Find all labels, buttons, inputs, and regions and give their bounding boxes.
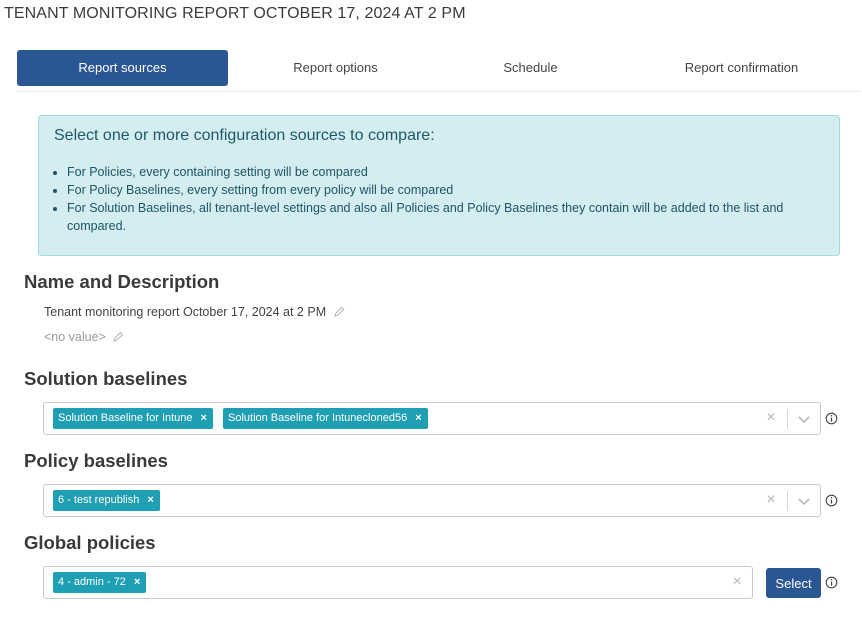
info-item: For Solution Baselines, all tenant-level… [67,199,817,235]
tab-schedule[interactable]: Schedule [425,50,636,86]
global-policies-heading: Global policies [24,532,156,553]
solution-baselines-heading: Solution baselines [24,368,188,389]
pencil-icon[interactable] [113,331,124,345]
chip-label: 4 - admin - 72 [58,576,126,588]
solution-baselines-select[interactable]: Solution Baseline for Intune × Solution B… [43,402,821,435]
global-policy-chip: 4 - admin - 72 × [53,572,147,593]
close-icon[interactable]: × [147,494,153,506]
info-heading: Select one or more configuration sources… [54,127,435,144]
chevron-down-icon[interactable] [795,410,813,428]
policy-baselines-select[interactable]: 6 - test republish × × [43,484,821,517]
chip-label: Solution Baseline for Intune [58,412,193,424]
clear-icon[interactable]: × [763,491,779,509]
wizard-tabs: Report sources Report options Schedule R… [17,50,861,92]
close-icon[interactable]: × [134,576,140,588]
policy-baseline-chip: 6 - test republish × [53,490,160,511]
tab-report-options[interactable]: Report options [230,50,441,86]
chip-label: Solution Baseline for Intunecloned56 [228,412,408,424]
global-policies-select[interactable]: 4 - admin - 72 × × [43,566,753,599]
chip-label: 6 - test republish [58,494,140,506]
close-icon[interactable]: × [415,412,421,424]
info-item: For Policy Baselines, every setting from… [67,181,817,199]
chevron-down-icon[interactable] [795,492,813,510]
close-icon[interactable]: × [201,412,207,424]
divider [787,491,788,511]
clear-icon[interactable]: × [763,409,779,427]
pencil-icon[interactable] [333,306,345,320]
solution-baseline-chip: Solution Baseline for Intunecloned56 × [223,408,428,429]
solution-baseline-chip: Solution Baseline for Intune × [53,408,213,429]
report-description-row[interactable]: <no value> [44,330,124,345]
report-description-value: <no value> [44,330,106,344]
info-callout: Select one or more configuration sources… [38,115,840,256]
clear-icon[interactable]: × [729,573,745,591]
policy-baselines-heading: Policy baselines [24,450,168,471]
divider [787,409,788,429]
page-title: TENANT MONITORING REPORT OCTOBER 17, 202… [4,5,466,22]
report-name-value: Tenant monitoring report October 17, 202… [44,305,327,319]
info-icon[interactable] [825,494,838,507]
info-item: For Policies, every containing setting w… [67,163,817,181]
info-list: For Policies, every containing setting w… [67,163,831,235]
tab-report-sources[interactable]: Report sources [17,50,228,86]
name-description-heading: Name and Description [24,271,220,292]
tab-report-confirmation[interactable]: Report confirmation [636,50,847,86]
report-name-row[interactable]: Tenant monitoring report October 17, 202… [44,305,345,320]
info-icon[interactable] [825,576,838,589]
info-icon[interactable] [825,412,838,425]
select-button[interactable]: Select [766,568,821,598]
